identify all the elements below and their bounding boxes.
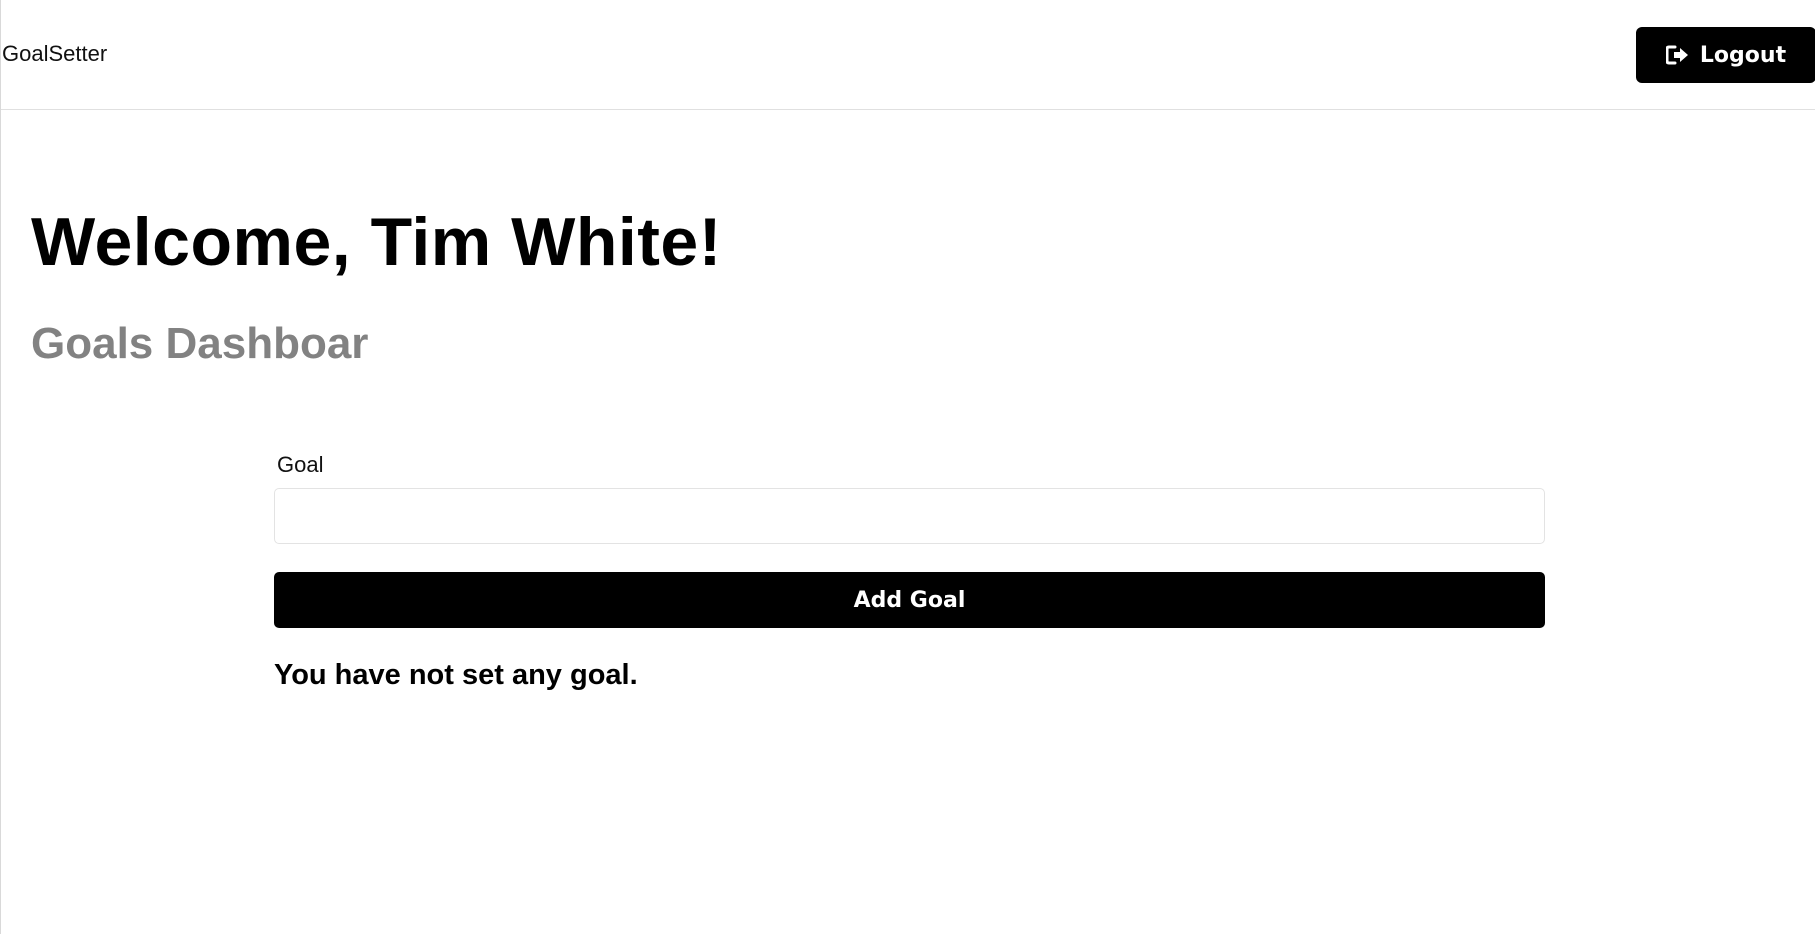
goal-input[interactable] bbox=[274, 488, 1545, 544]
sign-out-icon bbox=[1665, 45, 1690, 65]
add-goal-button[interactable]: Add Goal bbox=[274, 572, 1545, 628]
logout-button[interactable]: Logout bbox=[1636, 27, 1815, 83]
no-goals-message: You have not set any goal. bbox=[274, 659, 638, 691]
app-logo[interactable]: GoalSetter bbox=[2, 40, 107, 68]
goal-label: Goal bbox=[277, 452, 324, 477]
app-header: GoalSetter Logout bbox=[1, 0, 1815, 110]
logout-label: Logout bbox=[1699, 42, 1787, 68]
welcome-heading: Welcome, Tim White! bbox=[31, 204, 722, 280]
dashboard-subtitle: Goals Dashboar bbox=[31, 319, 369, 368]
